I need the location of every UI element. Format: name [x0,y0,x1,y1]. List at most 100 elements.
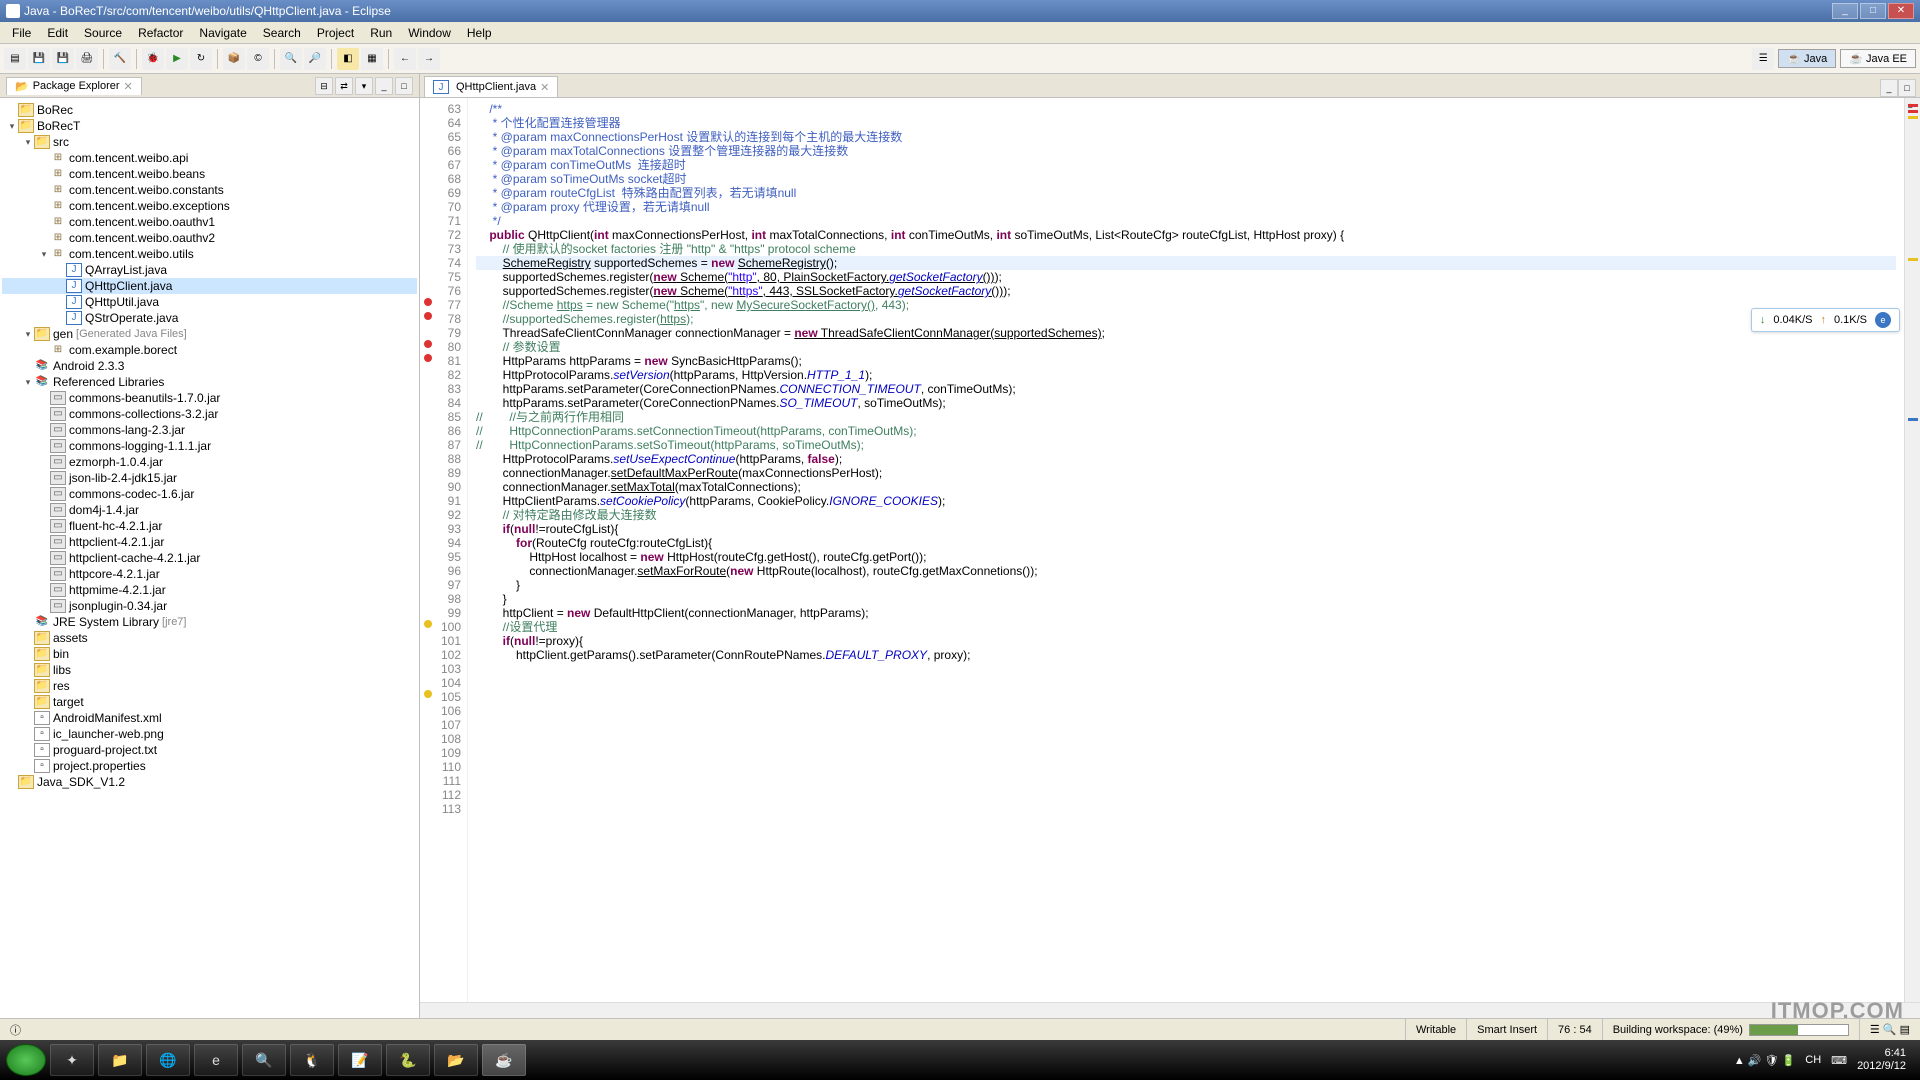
minimize-button[interactable]: _ [1832,3,1858,19]
taskbar-item-chrome[interactable]: 🌐 [146,1044,190,1076]
tree-item[interactable]: ▭commons-lang-2.3.jar [2,422,417,438]
menu-navigate[interactable]: Navigate [191,24,254,42]
line-gutter[interactable]: 6364656667686970717273747576777879808182… [420,98,468,1002]
menu-refactor[interactable]: Refactor [130,24,191,42]
build-button[interactable]: 🔨 [109,48,131,70]
toggle-block-button[interactable]: ▦ [361,48,383,70]
collapse-all-button[interactable]: ⊟ [315,77,333,95]
tree-item[interactable]: ▭httpclient-4.2.1.jar [2,534,417,550]
tree-item[interactable]: ▾📁gen[Generated Java Files] [2,326,417,342]
taskbar-item-python[interactable]: 🐍 [386,1044,430,1076]
editor-hscrollbar[interactable] [420,1002,1920,1018]
tree-item[interactable]: ▭commons-codec-1.6.jar [2,486,417,502]
menu-file[interactable]: File [4,24,39,42]
tree-item[interactable]: ▫proguard-project.txt [2,742,417,758]
menu-window[interactable]: Window [400,24,459,42]
tree-item[interactable]: ▭commons-logging-1.1.1.jar [2,438,417,454]
link-editor-button[interactable]: ⇄ [335,77,353,95]
menu-edit[interactable]: Edit [39,24,76,42]
package-explorer-tab[interactable]: 📂 Package Explorer ✕ [6,77,142,95]
tree-item[interactable]: JQHttpClient.java [2,278,417,294]
view-menu-button[interactable]: ▾ [355,77,373,95]
start-button[interactable] [6,1044,46,1076]
tree-item[interactable]: JQHttpUtil.java [2,294,417,310]
taskbar-item-notepad[interactable]: 📝 [338,1044,382,1076]
tree-item[interactable]: JQArrayList.java [2,262,417,278]
toggle-mark-button[interactable]: ◧ [337,48,359,70]
tray-ime-icon[interactable]: ⌨ [1831,1054,1847,1067]
close-editor-icon[interactable]: ✕ [540,81,549,94]
open-perspective-button[interactable]: ☰ [1752,48,1774,70]
overview-ruler[interactable]: ▴ [1904,98,1920,1002]
tree-item[interactable]: ▭commons-beanutils-1.7.0.jar [2,390,417,406]
search-button[interactable]: 🔎 [304,48,326,70]
tree-item[interactable]: ▭dom4j-1.4.jar [2,502,417,518]
minimize-view-button[interactable]: _ [375,77,393,95]
tree-item[interactable]: ▭ezmorph-1.0.4.jar [2,454,417,470]
tree-item[interactable]: ▭commons-collections-3.2.jar [2,406,417,422]
tree-item[interactable]: ▾📁BoRecT [2,118,417,134]
menu-help[interactable]: Help [459,24,500,42]
tree-item[interactable]: ▭httpcore-4.2.1.jar [2,566,417,582]
new-button[interactable]: ▤ [4,48,26,70]
menu-search[interactable]: Search [255,24,309,42]
nav-back-button[interactable]: ← [394,48,416,70]
tree-item[interactable]: 📁BoRec [2,102,417,118]
status-tools[interactable]: ☰ 🔍 ▤ [1859,1019,1920,1040]
tree-item[interactable]: ⊞com.tencent.weibo.beans [2,166,417,182]
editor-tab-qhttpclient[interactable]: J QHttpClient.java ✕ [424,76,558,97]
tree-item[interactable]: ▭jsonplugin-0.34.jar [2,598,417,614]
menu-project[interactable]: Project [309,24,362,42]
tree-item[interactable]: ▭fluent-hc-4.2.1.jar [2,518,417,534]
editor-minimize-button[interactable]: _ [1880,79,1898,97]
tree-item[interactable]: 📁libs [2,662,417,678]
perspective-javaee[interactable]: ☕ Java EE [1840,49,1916,68]
tree-item[interactable]: 📁Java_SDK_V1.2 [2,774,417,790]
taskbar-item-ie[interactable]: e [194,1044,238,1076]
tree-item[interactable]: ⊞com.tencent.weibo.api [2,150,417,166]
maximize-view-button[interactable]: □ [395,77,413,95]
tree-item[interactable]: ⊞com.example.borect [2,342,417,358]
tree-item[interactable]: ⊞com.tencent.weibo.oauthv1 [2,214,417,230]
taskbar-item-app1[interactable]: ✦ [50,1044,94,1076]
menu-source[interactable]: Source [76,24,130,42]
tree-item[interactable]: ▫ic_launcher-web.png [2,726,417,742]
run-last-button[interactable]: ↻ [190,48,212,70]
tree-item[interactable]: ▾📚Referenced Libraries [2,374,417,390]
new-package-button[interactable]: 📦 [223,48,245,70]
maximize-button[interactable]: □ [1860,3,1886,19]
tree-item[interactable]: ▾⊞com.tencent.weibo.utils [2,246,417,262]
tray-icons[interactable]: ▲ 🔊 🛡 🔋 [1734,1054,1795,1067]
debug-button[interactable]: 🐞 [142,48,164,70]
browser-icon[interactable]: e [1875,312,1891,328]
run-button[interactable]: ▶ [166,48,188,70]
taskbar-item-explorer[interactable]: 📁 [98,1044,142,1076]
perspective-java[interactable]: ☕ Java [1778,49,1836,68]
save-button[interactable]: 💾 [28,48,50,70]
tree-item[interactable]: 📚JRE System Library[jre7] [2,614,417,630]
tray-lang[interactable]: CH [1805,1054,1821,1066]
close-button[interactable]: ✕ [1888,3,1914,19]
package-tree[interactable]: 📁BoRec▾📁BoRecT▾📁src⊞com.tencent.weibo.ap… [0,98,419,1018]
tree-item[interactable]: 📁res [2,678,417,694]
tree-item[interactable]: ▫AndroidManifest.xml [2,710,417,726]
code-editor[interactable]: /** * 个性化配置连接管理器 * @param maxConnections… [468,98,1904,1002]
taskbar-item-eclipse[interactable]: ☕ [482,1044,526,1076]
taskbar-item-folder[interactable]: 📂 [434,1044,478,1076]
tree-item[interactable]: 📁assets [2,630,417,646]
tree-item[interactable]: 📁target [2,694,417,710]
taskbar-item-qq[interactable]: 🐧 [290,1044,334,1076]
tree-item[interactable]: ▾📁src [2,134,417,150]
tree-item[interactable]: ▭httpclient-cache-4.2.1.jar [2,550,417,566]
save-all-button[interactable]: 💾 [52,48,74,70]
tree-item[interactable]: JQStrOperate.java [2,310,417,326]
menu-run[interactable]: Run [362,24,400,42]
tree-item[interactable]: ▭json-lib-2.4-jdk15.jar [2,470,417,486]
print-button[interactable]: 🖨 [76,48,98,70]
new-class-button[interactable]: © [247,48,269,70]
tray-clock[interactable]: 6:41 2012/9/12 [1857,1047,1906,1073]
tree-item[interactable]: ⊞com.tencent.weibo.constants [2,182,417,198]
taskbar-item-magnifier[interactable]: 🔍 [242,1044,286,1076]
open-type-button[interactable]: 🔍 [280,48,302,70]
tree-item[interactable]: ⊞com.tencent.weibo.oauthv2 [2,230,417,246]
